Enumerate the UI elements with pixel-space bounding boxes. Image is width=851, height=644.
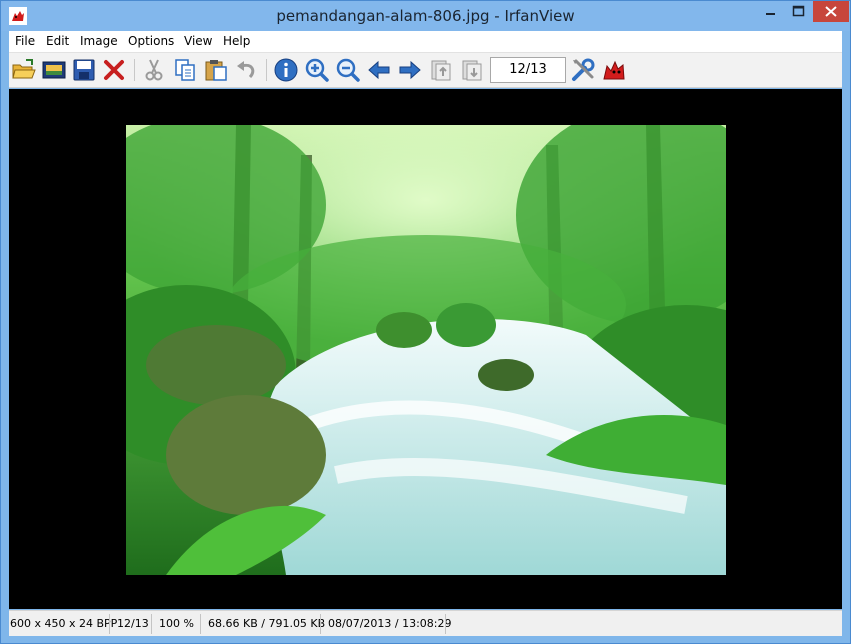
paste-button[interactable]: [203, 57, 229, 83]
maximize-icon: [792, 5, 805, 17]
zoom-out-button[interactable]: [335, 57, 361, 83]
zoom-in-icon: [305, 58, 329, 82]
last-page-icon: [462, 60, 482, 81]
close-icon: [825, 6, 837, 17]
open-folder-icon: [12, 59, 36, 79]
close-button[interactable]: [813, 1, 849, 22]
status-bar: 600 x 450 x 24 BPP 12/13 100 % 68.66 KB …: [9, 610, 842, 636]
menu-bar: File Edit Image Options View Help: [9, 31, 842, 52]
menu-options[interactable]: Options: [128, 34, 174, 48]
slideshow-icon: [42, 61, 66, 79]
maximize-button[interactable]: [785, 1, 812, 22]
status-page: 12/13: [117, 617, 149, 630]
forest-stream-image: [126, 125, 726, 575]
status-dimensions: 600 x 450 x 24 BPP: [10, 617, 118, 630]
status-zoom: 100 %: [159, 617, 194, 630]
delete-button[interactable]: [101, 57, 127, 83]
zoom-out-icon: [336, 58, 360, 82]
paste-icon: [205, 60, 227, 81]
status-datetime: 08/07/2013 / 13:08:29: [328, 617, 452, 630]
info-button[interactable]: [273, 57, 299, 83]
settings-tools-icon: [572, 58, 595, 81]
image-viewer[interactable]: [9, 89, 842, 609]
status-separator: [109, 614, 110, 634]
save-icon: [73, 59, 95, 81]
cut-icon: [145, 59, 163, 81]
copy-button[interactable]: [172, 57, 198, 83]
next-button[interactable]: [397, 57, 423, 83]
cut-button[interactable]: [141, 57, 167, 83]
toolbar-separator: [134, 59, 135, 81]
page-counter-field[interactable]: 12/13: [490, 57, 566, 83]
status-separator: [320, 614, 321, 634]
irfanview-window: pemandangan-alam-806.jpg - IrfanView Fil…: [0, 0, 851, 644]
window-title: pemandangan-alam-806.jpg - IrfanView: [276, 7, 575, 25]
minimize-icon: [766, 13, 775, 15]
toolbar-separator: [266, 59, 267, 81]
menu-edit[interactable]: Edit: [46, 34, 69, 48]
toolbar: 12/13: [9, 52, 842, 88]
about-button[interactable]: [601, 57, 627, 83]
menu-file[interactable]: File: [15, 34, 35, 48]
menu-view[interactable]: View: [184, 34, 212, 48]
save-button[interactable]: [71, 57, 97, 83]
delete-icon: [104, 60, 124, 80]
status-separator: [200, 614, 201, 634]
slideshow-button[interactable]: [41, 57, 67, 83]
open-button[interactable]: [11, 57, 37, 83]
minimize-button[interactable]: [757, 1, 784, 22]
first-page-button[interactable]: [428, 57, 454, 83]
previous-arrow-icon: [368, 60, 390, 80]
undo-button[interactable]: [234, 57, 260, 83]
status-separator: [151, 614, 152, 634]
status-separator: [445, 614, 446, 634]
irfanview-cat-icon: [603, 60, 625, 80]
zoom-in-button[interactable]: [304, 57, 330, 83]
menu-image[interactable]: Image: [80, 34, 118, 48]
info-icon: [274, 58, 298, 82]
menu-help[interactable]: Help: [223, 34, 250, 48]
previous-button[interactable]: [366, 57, 392, 83]
undo-icon: [237, 61, 255, 79]
copy-icon: [175, 59, 195, 81]
title-bar[interactable]: pemandangan-alam-806.jpg - IrfanView: [1, 1, 850, 31]
settings-button[interactable]: [570, 57, 596, 83]
next-arrow-icon: [399, 60, 421, 80]
last-page-button[interactable]: [459, 57, 485, 83]
first-page-icon: [431, 60, 451, 81]
status-file-size: 68.66 KB / 791.05 KB: [208, 617, 326, 630]
